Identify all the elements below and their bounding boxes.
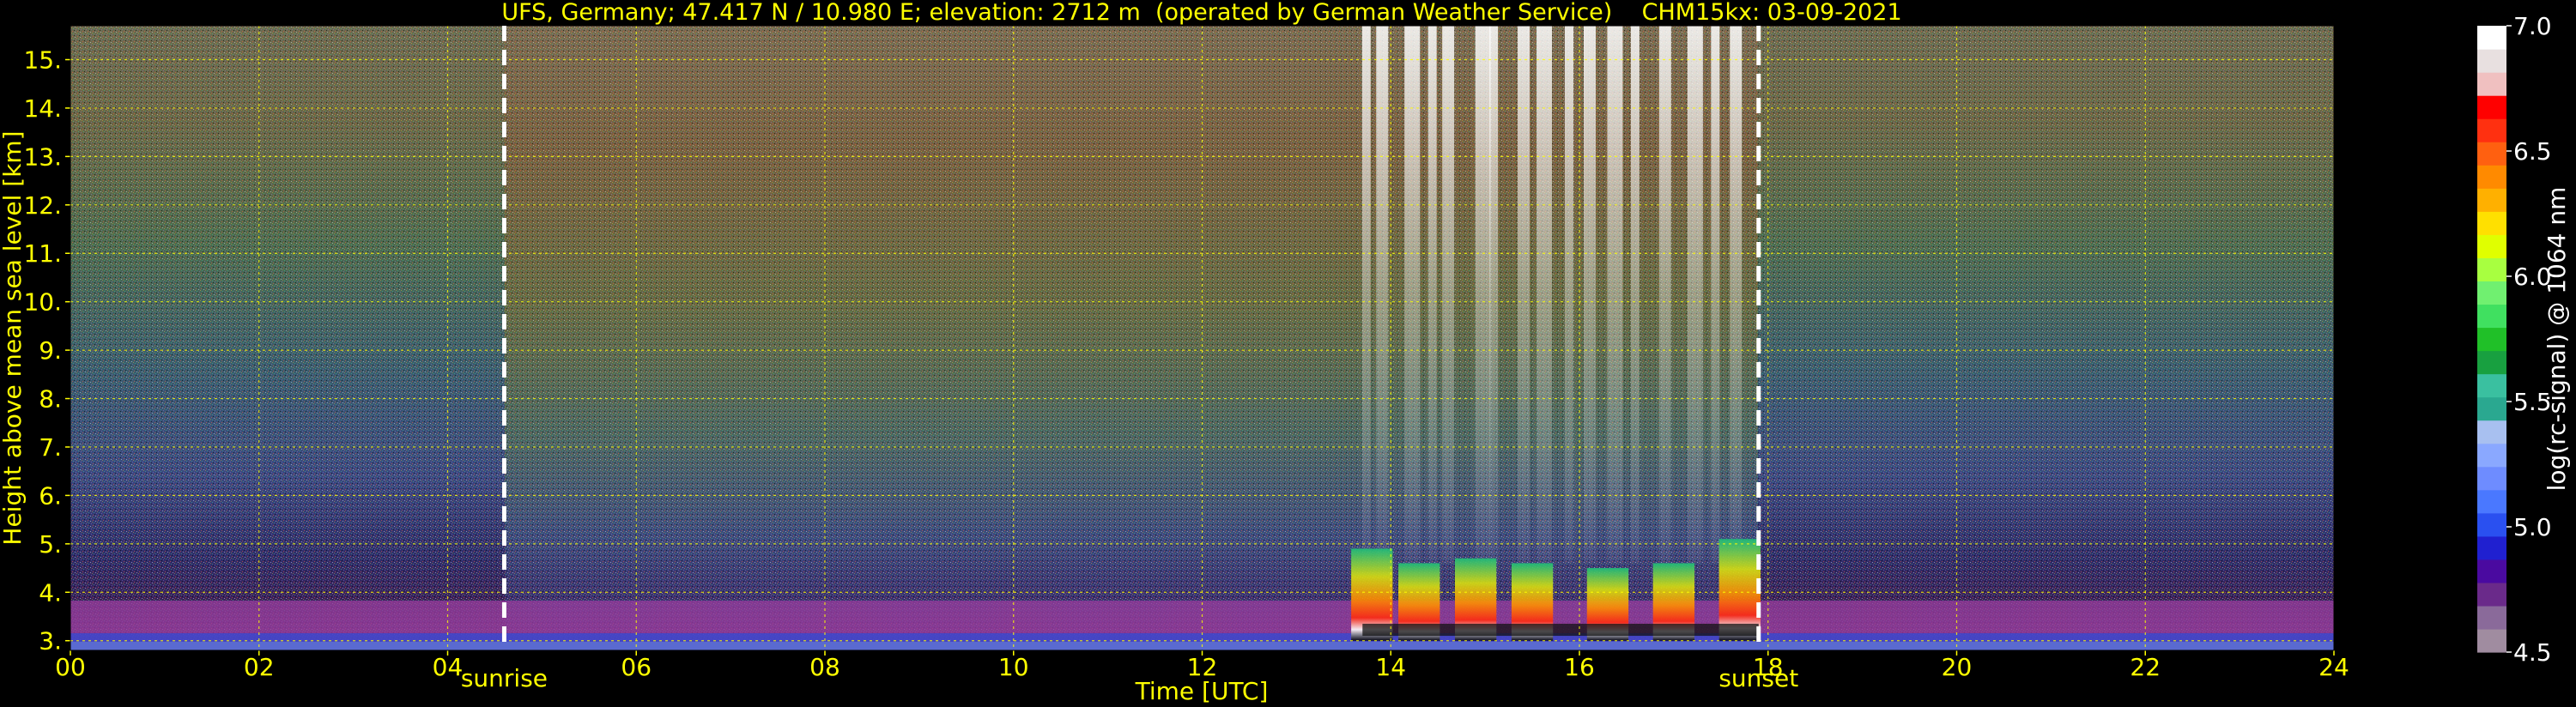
- y-tick-label: 15.: [23, 46, 62, 75]
- x-axis-label: Time [UTC]: [1135, 677, 1269, 705]
- cloud-base-layer: [1362, 623, 1759, 637]
- colorbar-segment: [2477, 466, 2506, 491]
- signal-streak: [1687, 26, 1703, 564]
- colorbar-segment: [2477, 142, 2506, 166]
- colorbar-segment: [2477, 257, 2506, 282]
- colorbar-segment: [2477, 628, 2506, 653]
- colorbar-label: log(rc-signal) @ 1064 nm: [2543, 187, 2571, 492]
- y-tick-label: 3.: [39, 627, 62, 656]
- y-tick-label: 5.: [39, 530, 62, 559]
- plot-area: [65, 25, 2335, 656]
- x-tick-label: 06: [621, 653, 652, 681]
- colorbar-tick-label: 5.0: [2513, 513, 2552, 541]
- chart-title: UFS, Germany; 47.417 N / 10.980 E; eleva…: [501, 0, 1901, 26]
- x-tick-label: 02: [244, 653, 275, 681]
- x-tick-label: 08: [809, 653, 840, 681]
- colorbar-segment: [2477, 582, 2506, 607]
- colorbar-segment: [2477, 605, 2506, 630]
- lidar-figure: UFS, Germany; 47.417 N / 10.980 E; eleva…: [0, 0, 2571, 705]
- signal-streak: [1361, 26, 1371, 564]
- colorbar-tick-label: 6.5: [2513, 137, 2552, 166]
- x-tick-label: 14: [1375, 653, 1406, 681]
- colorbar-segment: [2477, 26, 2506, 50]
- colorbar-segment: [2477, 118, 2506, 142]
- signal-streak: [1489, 26, 1499, 564]
- colorbar-segment: [2477, 304, 2506, 329]
- y-tick-labels: 3. 4. 5. 6. 7. 8. 9. 10. 11. 12. 13. 14. 15.: [23, 46, 62, 656]
- colorbar-segment: [2477, 72, 2506, 96]
- x-tick-label: 20: [1942, 653, 1973, 681]
- signal-streak: [1518, 26, 1530, 564]
- x-tick-label: 00: [55, 653, 86, 681]
- colorbar-segment: [2477, 489, 2506, 514]
- sunset-label: sunset: [1718, 664, 1798, 692]
- sunrise-label: sunrise: [461, 664, 548, 692]
- y-tick-label: 7.: [39, 433, 62, 462]
- y-tick-label: 10.: [23, 288, 62, 317]
- signal-streak: [1376, 26, 1389, 564]
- signal-streak: [1442, 26, 1455, 564]
- signal-streak: [1658, 26, 1671, 564]
- y-tick-label: 11.: [23, 239, 62, 268]
- y-tick-label: 8.: [39, 385, 62, 414]
- x-tick-label: 10: [998, 653, 1029, 681]
- colorbar-tick-label: 7.0: [2513, 12, 2552, 40]
- colorbar-segment: [2477, 165, 2506, 189]
- colorbar: [2477, 26, 2506, 653]
- colorbar-segment: [2477, 443, 2506, 468]
- signal-streak: [1537, 26, 1553, 564]
- y-tick-label: 6.: [39, 481, 62, 510]
- signal-streak: [1607, 26, 1623, 564]
- y-tick-label: 12.: [23, 191, 62, 220]
- signal-streak: [1427, 26, 1437, 564]
- y-tick-label: 9.: [39, 336, 62, 365]
- signal-streak: [1565, 26, 1574, 564]
- y-tick-label: 4.: [39, 578, 62, 607]
- colorbar-segment: [2477, 211, 2506, 235]
- y-axis-label: Height above mean sea level [km]: [0, 130, 27, 545]
- signal-streak: [1730, 26, 1743, 564]
- colorbar-segment: [2477, 535, 2506, 560]
- y-tick-label: 14.: [23, 94, 62, 123]
- colorbar-segment: [2477, 49, 2506, 73]
- colorbar-segment: [2477, 559, 2506, 583]
- signal-streak: [1583, 26, 1596, 564]
- x-tick-label: 22: [2130, 653, 2161, 681]
- colorbar-segment: [2477, 512, 2506, 537]
- signal-streak: [1404, 26, 1421, 564]
- colorbar-segment: [2477, 95, 2506, 119]
- colorbar-segment: [2477, 420, 2506, 444]
- y-tick-label: 13.: [23, 142, 62, 171]
- colorbar-segment: [2477, 327, 2506, 352]
- colorbar-tick-label: 4.5: [2513, 638, 2552, 667]
- x-tick-label: 16: [1564, 653, 1595, 681]
- colorbar-segment: [2477, 350, 2506, 375]
- colorbar-segment: [2477, 281, 2506, 305]
- signal-streak: [1475, 26, 1491, 564]
- colorbar-segment: [2477, 234, 2506, 258]
- colorbar-segment: [2477, 188, 2506, 212]
- signal-streak: [1630, 26, 1640, 564]
- signal-streak: [1711, 26, 1720, 564]
- x-tick-label: 04: [433, 653, 464, 681]
- colorbar-segment: [2477, 373, 2506, 398]
- x-tick-label: 24: [2318, 653, 2349, 681]
- colorbar-segment: [2477, 396, 2506, 421]
